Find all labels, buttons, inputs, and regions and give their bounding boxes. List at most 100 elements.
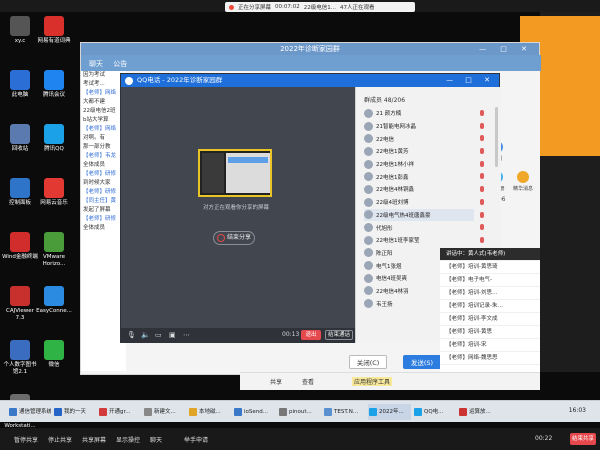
member-name: 22电信1黄芳 (376, 149, 409, 156)
qq-list-row[interactable]: 【老师】网络-魏思思 (440, 352, 540, 365)
speaker-icon[interactable]: 🔈 (141, 331, 150, 339)
desktop-icon[interactable]: 腾讯QQ (36, 124, 72, 153)
more-icon[interactable]: ⋯ (183, 331, 191, 339)
member-row[interactable]: 22电信1林小祥 (364, 158, 484, 171)
taskbar-item[interactable]: TEST.N... (323, 404, 366, 420)
avatar (364, 273, 373, 283)
end-share-label: 结束分享 (227, 234, 252, 241)
app-icon (44, 232, 64, 252)
member-name: 22级电气热4班唐鑫豪 (376, 212, 431, 219)
ribbon-tab-view[interactable]: 查看 (302, 377, 314, 386)
file-explorer-ribbon: 共享 查看 应用程序工具 (240, 372, 540, 390)
microphone-icon[interactable]: 🎙 (127, 331, 136, 339)
member-row[interactable]: 21智能电网冰晶 (364, 120, 484, 133)
member-row[interactable]: 22级电气热4班唐鑫豪 (364, 208, 484, 222)
taskbar-item[interactable]: 我的一天 (53, 404, 96, 420)
share-control-item[interactable]: 显示操控 (116, 435, 140, 444)
taskbar-item[interactable]: pinout... (278, 404, 321, 420)
exit-call-button[interactable]: 退出 (301, 330, 321, 340)
tab-notice[interactable]: 公告 (113, 59, 127, 69)
member-row[interactable]: 22级4班刘博 (364, 196, 484, 209)
share-control-item[interactable]: 暂停共享 (14, 435, 38, 444)
share-hint-text: 对方正在观看你分享的屏幕 (202, 205, 269, 211)
desktop-icon-label: 此电脑 (11, 92, 29, 98)
taskbar-item[interactable]: 开通gr... (98, 404, 141, 420)
desktop-icon[interactable]: Wind金融终端 (2, 232, 38, 261)
qq-list-row[interactable]: 【老师】培训-黄思 (440, 326, 540, 339)
avatar (364, 210, 373, 220)
ribbon-tab-app-tools[interactable]: 应用程序工具 (352, 377, 393, 386)
qq-list-row[interactable]: 【老师】培训记录-朱… (440, 300, 540, 313)
members-count: 群成员 48/206 (364, 97, 406, 104)
taskbar-app-icon (324, 408, 332, 416)
close-button[interactable]: 关闭(C) (349, 355, 387, 369)
member-row[interactable]: 22电信4林铜鑫 (364, 183, 484, 196)
desktop-icon[interactable]: 此电脑 (2, 70, 38, 99)
member-row[interactable]: 21 颜方楠 (364, 107, 484, 120)
screen-share-preview[interactable] (198, 149, 272, 197)
taskbar-item[interactable]: 新建文... (143, 404, 186, 420)
desktop-icon[interactable]: 网易有道词典 (36, 16, 72, 45)
share-control-item[interactable]: 停止共享 (48, 435, 72, 444)
taskbar-item[interactable]: 通信管理系统 (8, 404, 51, 420)
desktop-icon[interactable]: 个人数字图书馆2.1 (2, 340, 38, 375)
share-control-item[interactable]: 共享屏幕 (82, 435, 106, 444)
group-window-title-bar: 2022年诊断家园群 — □ ✕ (81, 43, 539, 55)
call-window-controls[interactable]: — □ ✕ (446, 74, 495, 87)
desktop-icon[interactable]: 回收站 (2, 124, 38, 153)
desktop-icon-label: Wind金融终端 (2, 254, 38, 260)
taskbar-item-label: 通信管理系统 (19, 409, 51, 415)
screen-share-icon[interactable]: ▣ (169, 331, 177, 339)
desktop-icon-label: 控制面板 (8, 200, 31, 206)
desktop-icon-label: 腾讯会议 (42, 92, 65, 98)
member-row[interactable]: 代旭彤 (364, 221, 484, 234)
member-row[interactable]: 22电信 (364, 132, 484, 145)
desktop-icon-label: CAJViewer 7.3 (6, 308, 34, 321)
member-row[interactable]: 22电信1彭鑫 (364, 170, 484, 183)
end-share-button[interactable]: 结束分享 (213, 231, 255, 245)
taskbar-item[interactable]: 本地磁... (188, 404, 231, 420)
desktop-icon[interactable]: 网易云音乐 (36, 178, 72, 207)
taskbar-item[interactable]: 运算放... (458, 404, 501, 420)
qq-list-row[interactable]: 【老师】培训-刘思… (440, 287, 540, 300)
tab-chat[interactable]: 聊天 (89, 59, 103, 69)
desktop-icon[interactable]: xy.c (2, 16, 38, 45)
desktop-icon[interactable]: CAJViewer 7.3 (2, 286, 38, 321)
share-control-item[interactable]: 聊天 (150, 435, 162, 444)
desktop-icon[interactable]: EasyConne... (36, 286, 72, 315)
taskbar-app-icon (54, 408, 62, 416)
avatar (364, 248, 373, 258)
desktop-icon[interactable]: 微信 (36, 340, 72, 369)
desktop-icon[interactable]: 腾讯会议 (36, 70, 72, 99)
member-row[interactable]: 22电信1班李家莹 (364, 234, 484, 247)
stop-share-button[interactable]: 结束共享 (570, 433, 596, 445)
screen-share-top-bar: 正在分享屏幕 00:07:02 22级电信1... 47人正在观看 (0, 0, 600, 12)
send-button[interactable]: 发送(S) (403, 355, 441, 369)
qq-list-row[interactable]: 【老师】培训-黄思琦 (440, 261, 540, 274)
taskbar-item[interactable]: 2022年... (368, 404, 411, 420)
taskbar-app-icon (459, 408, 467, 416)
app-icon (44, 178, 64, 198)
desktop-icon[interactable]: VMware Horizo... (36, 232, 72, 267)
essence-tool[interactable]: 精华消息 (512, 171, 534, 192)
qq-list-row[interactable]: 【老师】培训-李文成 (440, 313, 540, 326)
member-row[interactable]: 22电信1黄芳 (364, 145, 484, 158)
member-name: 21智能电网冰晶 (376, 124, 416, 131)
video-icon[interactable]: ▭ (155, 331, 163, 339)
desktop-icon-label: xy.c (14, 38, 26, 44)
share-control-item[interactable]: 举手申请 (184, 435, 208, 444)
taskbar-item-label: 新建文... (154, 409, 176, 415)
qq-list-header: 讲话中：黄人式(韦老师) (440, 248, 540, 261)
ribbon-tab-share[interactable]: 共享 (270, 377, 282, 386)
taskbar-item[interactable]: ioSend... (233, 404, 276, 420)
qq-list-row[interactable]: 【老师】培训-宋 (440, 339, 540, 352)
preview-title-strip (228, 157, 268, 163)
end-call-button[interactable]: 结束通话 (325, 330, 353, 340)
qq-list-row[interactable]: 【老师】电子电气- (440, 274, 540, 287)
member-name: 韦王扬 (376, 301, 393, 308)
desktop-icon[interactable]: 控制面板 (2, 178, 38, 207)
member-list-scrollbar[interactable] (495, 107, 498, 167)
share-status-pill[interactable]: 正在分享屏幕 00:07:02 22级电信1... 47人正在观看 (225, 2, 415, 12)
taskbar-item[interactable]: QQ电... (413, 404, 456, 420)
window-controls[interactable]: — □ ✕ (479, 43, 533, 55)
